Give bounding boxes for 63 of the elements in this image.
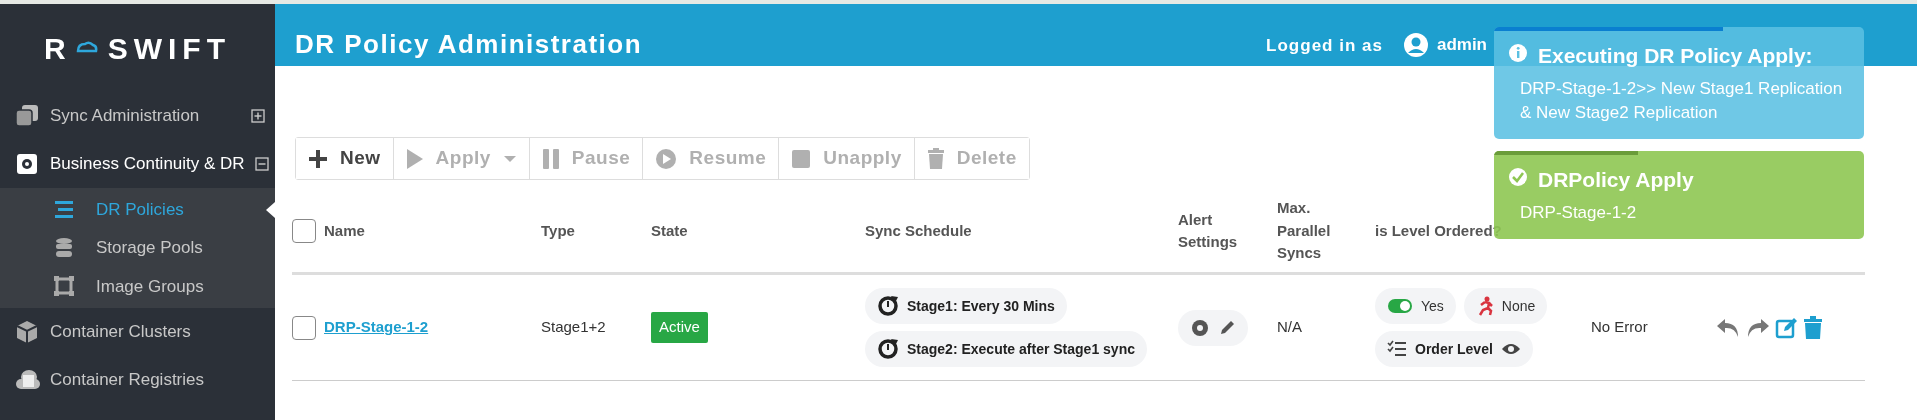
logged-in-label: Logged in as xyxy=(1266,34,1383,57)
gear-icon[interactable] xyxy=(1190,317,1210,338)
checklist-icon xyxy=(1387,340,1407,358)
pencil-icon[interactable] xyxy=(1218,318,1236,337)
submenu-item[interactable]: DR Policies xyxy=(0,190,275,229)
table-cell-text: N/A xyxy=(1277,317,1302,338)
submenu-item[interactable]: Storage Pools xyxy=(0,228,275,267)
schedule-pill: Stage1: Every 30 Mins xyxy=(865,288,1067,324)
copy-icon xyxy=(14,103,40,129)
user-icon xyxy=(1402,32,1429,58)
toggle-icon[interactable] xyxy=(1387,298,1413,314)
gear-icon xyxy=(14,151,40,177)
toolbar-button[interactable]: New xyxy=(296,138,394,179)
priority-pill: None xyxy=(1463,288,1548,324)
sidebar-item[interactable]: Container Registries xyxy=(0,355,275,404)
column-header: Type xyxy=(541,220,575,241)
sync-icon xyxy=(877,338,899,360)
status-badge: Active xyxy=(651,312,708,343)
sidebar-item[interactable]: Sync Administration xyxy=(0,92,275,140)
play-icon xyxy=(405,147,424,170)
toast-title: Executing DR Policy Apply: xyxy=(1538,43,1813,69)
toast-message: DRP-Stage-1-2>> New Stage1 Replication & New Stage2 Replication xyxy=(1520,78,1844,124)
sidebar-item[interactable]: Business Continuity & DR xyxy=(0,140,275,188)
undo-icon[interactable] xyxy=(1715,316,1741,339)
table-cell-text: Stage1+2 xyxy=(541,317,606,338)
check-icon xyxy=(1508,167,1528,187)
cube-icon xyxy=(14,318,40,345)
play-icon xyxy=(655,147,678,170)
sync-icon xyxy=(877,295,899,317)
selection-pointer xyxy=(266,202,275,218)
page-title: DR Policy Administration xyxy=(295,28,643,60)
checkbox[interactable] xyxy=(292,219,316,243)
trash-icon[interactable] xyxy=(1803,315,1823,340)
trash-icon xyxy=(926,147,945,170)
info-icon xyxy=(1508,43,1528,63)
toast-title: DRPolicy Apply xyxy=(1538,167,1694,193)
column-header: Max. Parallel Syncs xyxy=(1277,198,1332,264)
user-menu[interactable]: admin xyxy=(1402,32,1487,58)
checkbox[interactable] xyxy=(292,315,316,340)
plus-icon xyxy=(308,148,328,169)
redo-icon[interactable] xyxy=(1745,316,1771,339)
sidebar-item[interactable]: Container Clusters xyxy=(0,307,275,356)
level-ordered-pill: Yes xyxy=(1375,288,1456,324)
policy-link[interactable]: DRP-Stage-1-2 xyxy=(324,316,429,339)
edit-icon[interactable] xyxy=(1775,315,1799,340)
table-cell-text: No Error xyxy=(1591,317,1648,338)
column-header: Name xyxy=(324,220,365,241)
frame-icon xyxy=(52,274,76,299)
logo-letter: R xyxy=(44,30,66,67)
column-header: State xyxy=(651,220,688,241)
submenu-item[interactable]: Image Groups xyxy=(0,267,275,306)
schedule-pill: Stage2: Execute after Stage1 sync xyxy=(865,331,1147,367)
collapse-icon[interactable] xyxy=(254,157,269,171)
pause-icon xyxy=(541,147,560,170)
stop-icon xyxy=(791,148,812,169)
cloud-icon xyxy=(75,41,98,55)
column-header: Sync Schedule xyxy=(865,220,972,241)
eye-icon[interactable] xyxy=(1500,342,1521,356)
toast-message: DRP-Stage-1-2 xyxy=(1520,202,1638,224)
logo-text: SWIFT xyxy=(107,30,231,67)
column-header: Alert Settings xyxy=(1178,209,1239,252)
expand-icon[interactable] xyxy=(251,109,265,123)
order-level-pill: Order Level xyxy=(1375,331,1533,367)
